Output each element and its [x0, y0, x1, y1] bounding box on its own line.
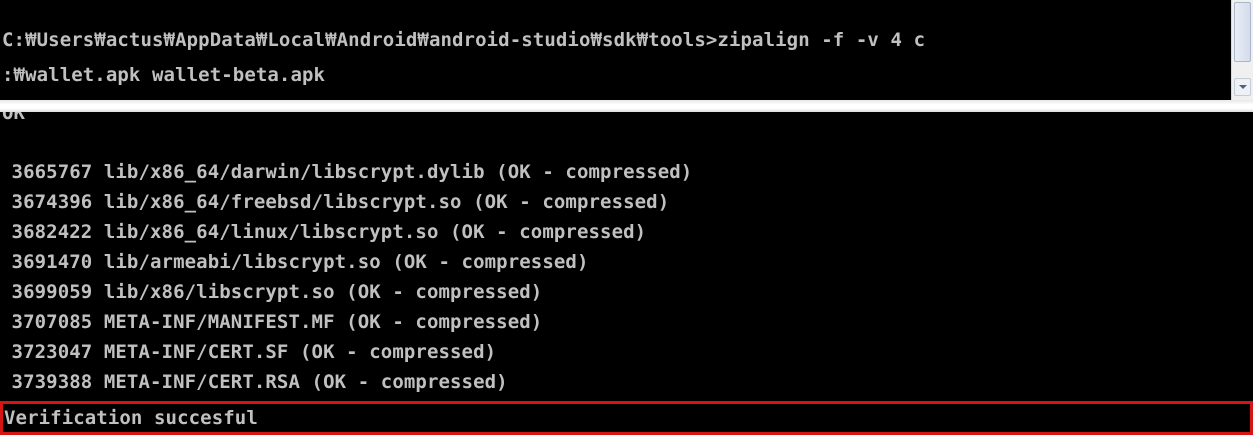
clipped-line-text: OK — [2, 112, 25, 122]
output-line: 3739388 META-INF/CERT.RSA (OK - compress… — [0, 371, 508, 393]
top-console-window: C:₩Users₩actus₩AppData₩Local₩Android₩and… — [0, 0, 1231, 100]
output-line: 3707085 META-INF/MANIFEST.MF (OK - compr… — [0, 311, 543, 333]
output-line: 3682422 lib/x86_64/linux/libscrypt.so (O… — [0, 221, 647, 243]
window-separator — [0, 100, 1253, 112]
clipped-previous-line: OK — [0, 112, 1253, 122]
scroll-thumb[interactable] — [1234, 2, 1251, 62]
scroll-down-button[interactable] — [1234, 78, 1251, 96]
verification-status: Verification succesful — [4, 407, 258, 429]
output-line: 3674396 lib/x86_64/freebsd/libscrypt.so … — [0, 191, 670, 213]
chevron-down-icon — [1239, 85, 1247, 89]
command-line-1: C:₩Users₩actus₩AppData₩Local₩Android₩and… — [2, 29, 926, 51]
output-line: 3665767 lib/x86_64/darwin/libscrypt.dyli… — [0, 161, 693, 183]
vertical-scrollbar[interactable] — [1231, 0, 1253, 100]
command-line-2: :₩wallet.apk wallet-beta.apk — [2, 64, 326, 86]
output-line: 3699059 lib/x86/libscrypt.so (OK - compr… — [0, 281, 543, 303]
output-line: 3691470 lib/armeabi/libscrypt.so (OK - c… — [0, 251, 589, 273]
output-line: 3723047 META-INF/CERT.SF (OK - compresse… — [0, 341, 497, 363]
